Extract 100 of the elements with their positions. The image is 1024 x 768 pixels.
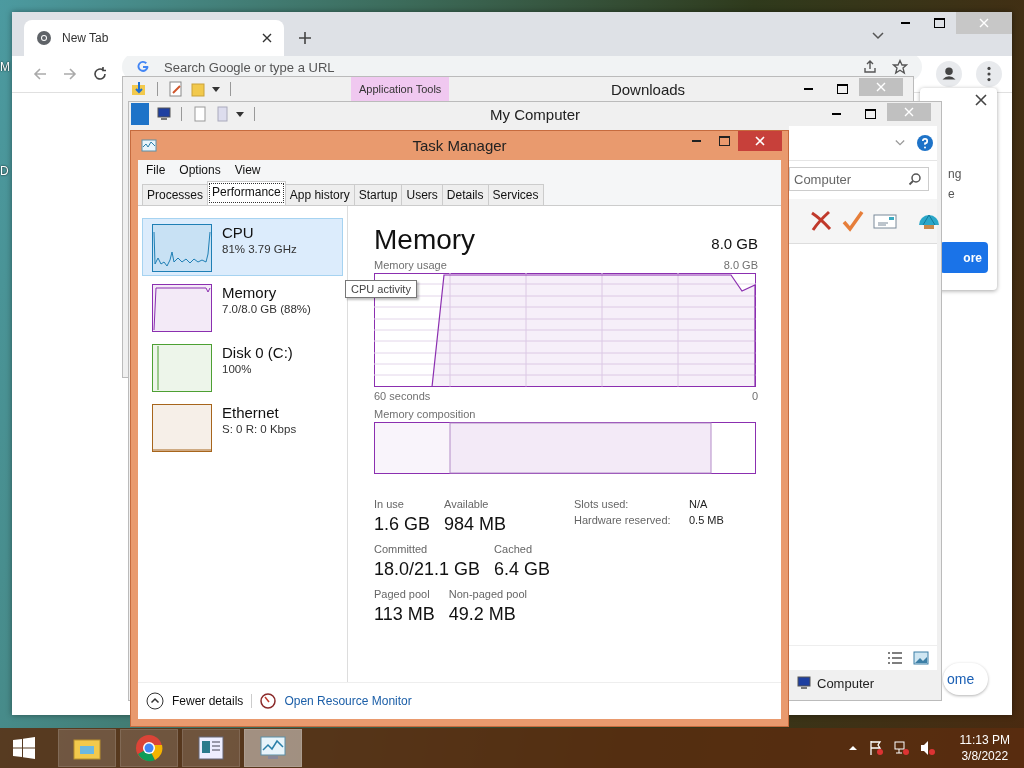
taskbar-app-button[interactable]	[244, 729, 302, 767]
properties-icon[interactable]	[168, 81, 184, 97]
new-tab-icon[interactable]	[298, 31, 312, 45]
popup-text: e	[948, 186, 956, 203]
app-icon	[131, 103, 149, 125]
resource-name: Ethernet	[222, 404, 279, 421]
resource-item[interactable]: Ethernet S: 0 R: 0 Kbps	[142, 398, 343, 456]
tab[interactable]: Services	[487, 184, 544, 205]
check-icon[interactable]	[841, 209, 865, 233]
clock[interactable]: 11:13 PM 3/8/2022	[959, 732, 1010, 764]
resource-graph	[152, 224, 212, 272]
tab[interactable]: Users	[401, 184, 443, 205]
hover-tooltip: CPU activity	[345, 280, 417, 298]
stat-label: Committed	[374, 543, 429, 555]
stat-label: Available	[444, 498, 490, 510]
taskbar-app-button[interactable]	[58, 729, 116, 767]
reload-icon[interactable]	[92, 66, 108, 82]
close-button[interactable]	[738, 131, 782, 151]
chrome-icon	[36, 30, 52, 46]
star-icon[interactable]	[892, 59, 908, 75]
resource-detail: S: 0 R: 0 Kbps	[222, 423, 297, 435]
resource-name: CPU	[222, 224, 254, 241]
search-placeholder: Computer	[794, 171, 852, 187]
cross-icon[interactable]	[809, 209, 833, 233]
computer-icon[interactable]	[155, 106, 171, 122]
stat-value: 18.0/21.1 GB	[374, 559, 481, 580]
stat-value: 984 MB	[444, 514, 507, 535]
close-icon[interactable]	[975, 94, 987, 106]
profile-icon[interactable]	[936, 61, 962, 87]
resource-item[interactable]: Disk 0 (C:) 100%	[142, 338, 343, 396]
resource-item[interactable]: CPU 81% 3.79 GHz	[142, 218, 343, 276]
stat-label: Hardware reserved:	[574, 514, 672, 526]
dropdown-icon[interactable]	[212, 85, 220, 93]
stat-value: 0.5 MB	[689, 514, 724, 526]
preview-view-icon[interactable]	[913, 650, 929, 666]
search-field[interactable]: Computer	[789, 167, 929, 191]
speaker-muted-icon[interactable]	[919, 740, 936, 756]
resource-graph	[152, 404, 212, 452]
stat-label: Paged pool	[374, 588, 431, 600]
fewer-details-button[interactable]: Fewer details	[146, 692, 244, 710]
chrome-pill-button[interactable]: ome	[943, 663, 989, 695]
chart-max-label: 8.0 GB	[723, 259, 758, 271]
chevron-down-icon[interactable]	[872, 32, 884, 40]
show-hidden-icons[interactable]	[847, 743, 858, 753]
menu-item[interactable]: File	[146, 163, 166, 177]
taskbar-app-button[interactable]	[182, 729, 240, 767]
popup-text: ng	[948, 166, 963, 183]
resource-item[interactable]: Memory 7.0/8.0 GB (88%)	[142, 278, 343, 336]
network-icon[interactable]	[893, 740, 910, 756]
document-icon	[196, 733, 226, 763]
chevron-down-icon[interactable]	[895, 138, 905, 148]
stat-label: Cached	[494, 543, 533, 555]
window-title: My Computer	[489, 105, 581, 123]
stat-label: In use	[374, 498, 405, 510]
stat-value: 49.2 MB	[448, 604, 517, 625]
menu-icon[interactable]	[976, 61, 1002, 87]
resource-name: Disk 0 (C:)	[222, 344, 293, 361]
chart-label: Memory composition	[374, 408, 476, 420]
chart-label: Memory usage	[374, 259, 447, 271]
resource-graph	[152, 284, 212, 332]
tab[interactable]: Processes	[142, 184, 209, 205]
share-icon[interactable]	[862, 59, 878, 75]
resource-detail: 100%	[222, 363, 252, 375]
total-memory: 8.0 GB	[711, 235, 758, 252]
chevron-up-icon	[146, 692, 164, 710]
flag-icon[interactable]	[867, 740, 884, 756]
ribbon-context-tab[interactable]: Application Tools	[351, 77, 450, 101]
tab[interactable]: Details	[441, 184, 489, 205]
close-icon	[904, 107, 914, 117]
google-icon	[136, 60, 150, 74]
taskbar-app-button[interactable]	[120, 729, 178, 767]
stat-value: N/A	[689, 498, 708, 510]
tab[interactable]: Startup	[353, 184, 403, 205]
task-manager-icon	[141, 137, 157, 154]
dropdown-icon[interactable]	[236, 110, 244, 118]
address-placeholder: Search Google or type a URL	[164, 59, 335, 75]
close-icon[interactable]	[262, 33, 272, 43]
status-text: Computer	[817, 675, 875, 691]
browser-tab[interactable]: New Tab	[24, 20, 284, 56]
help-icon[interactable]	[917, 135, 933, 151]
folder-down-icon[interactable]	[131, 81, 147, 97]
menu-item[interactable]: View	[234, 163, 261, 177]
resource-name: Memory	[222, 284, 277, 301]
popup-button[interactable]: ore	[940, 242, 988, 273]
close-icon	[876, 82, 886, 92]
menu-item[interactable]: Options	[179, 163, 221, 177]
windows-start-icon[interactable]	[12, 736, 36, 760]
details-view-icon[interactable]	[887, 650, 903, 666]
clock-date: 3/8/2022	[961, 748, 1009, 764]
tab[interactable]: App history	[284, 184, 355, 205]
tab[interactable]: Performance	[207, 181, 286, 205]
search-icon	[908, 172, 922, 186]
desktop-icon-label: M	[0, 60, 10, 74]
resource-monitor-link[interactable]: Open Resource Monitor	[284, 694, 412, 708]
window-title: Task Manager	[411, 137, 508, 154]
stat-label: Non-paged pool	[448, 588, 527, 600]
chrome-icon	[134, 733, 164, 763]
clock-time: 11:13 PM	[959, 732, 1010, 748]
stat-value: 113 MB	[374, 604, 435, 625]
desktop-icon-label: D	[0, 164, 9, 178]
